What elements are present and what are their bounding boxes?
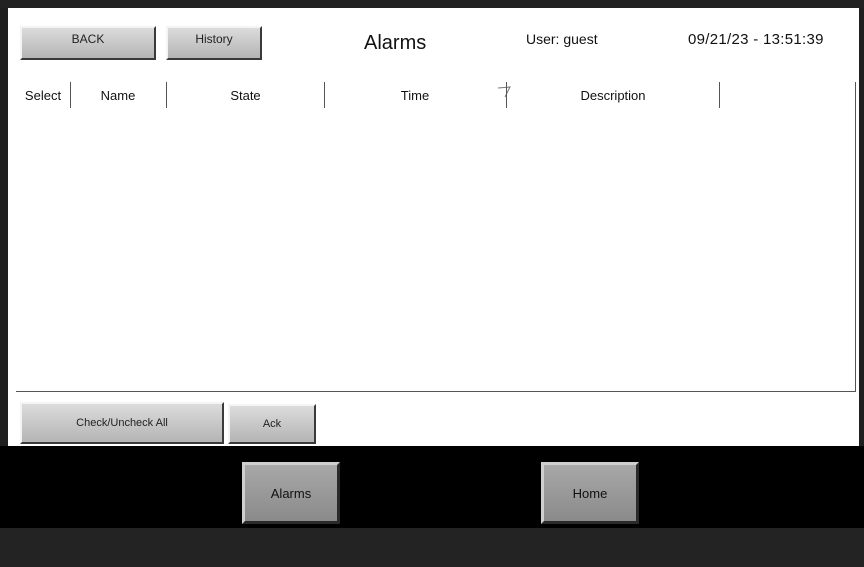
bottom-nav-bar [0, 446, 864, 528]
ack-button[interactable]: Ack [228, 404, 316, 444]
column-header-time[interactable]: Time [325, 82, 505, 108]
column-header-description[interactable]: Description [507, 82, 719, 108]
user-label: User: guest [526, 31, 598, 47]
alarm-table[interactable]: Select Name State Time Description [16, 82, 856, 392]
home-nav-button[interactable]: Home [541, 462, 639, 524]
page-title: Alarms [364, 32, 427, 54]
column-header-select[interactable]: Select [16, 82, 70, 108]
history-button[interactable]: History [166, 26, 262, 60]
back-button[interactable]: BACK [20, 26, 156, 60]
top-bar [0, 0, 864, 8]
alarms-nav-button[interactable]: Alarms [242, 462, 340, 524]
check-uncheck-all-button[interactable]: Check/Uncheck All [20, 402, 224, 444]
column-divider [719, 82, 720, 108]
column-header-state[interactable]: State [167, 82, 324, 108]
footer-strip [0, 528, 864, 567]
datetime-display: 09/21/23 - 13:51:39 [688, 31, 824, 48]
column-header-name[interactable]: Name [71, 82, 165, 108]
